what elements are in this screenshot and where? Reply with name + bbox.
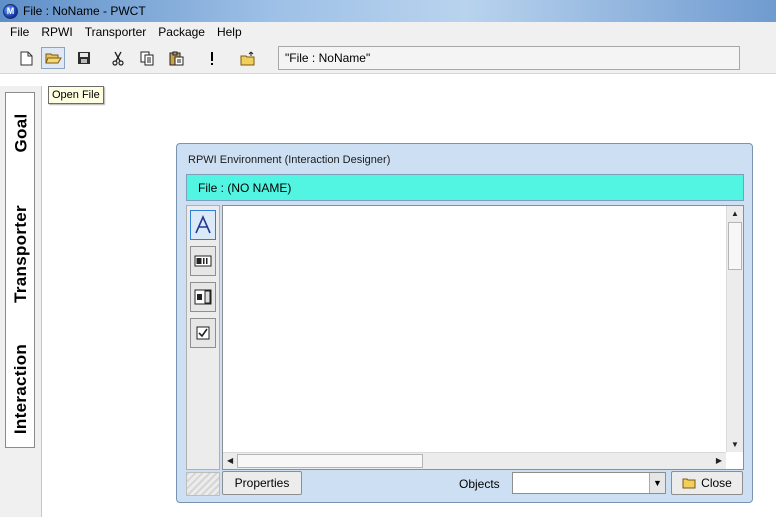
open-file-button[interactable]: [41, 47, 65, 69]
window-title: File : NoName - PWCT: [23, 4, 146, 18]
copy-button[interactable]: [135, 47, 159, 69]
tool-palette: [186, 205, 220, 470]
menu-package[interactable]: Package: [152, 25, 211, 39]
menu-help[interactable]: Help: [211, 25, 248, 39]
checkbox-tool-icon: [196, 326, 210, 340]
vertical-scrollbar[interactable]: ▲ ▼: [726, 206, 743, 452]
tab-interaction[interactable]: Interaction: [6, 331, 36, 447]
resize-grip[interactable]: [186, 472, 220, 496]
save-button[interactable]: [72, 47, 96, 69]
objects-select[interactable]: ▼: [512, 472, 666, 494]
menu-rpwi[interactable]: RPWI: [35, 25, 78, 39]
menu-bar: File RPWI Transporter Package Help: [0, 22, 776, 42]
app-icon[interactable]: M: [3, 3, 18, 19]
scroll-up-icon[interactable]: ▲: [731, 209, 739, 218]
folder-up-button[interactable]: [236, 47, 260, 69]
checkbox-tool[interactable]: [190, 318, 216, 348]
tab-interaction-label: Interaction: [11, 343, 31, 435]
dialog-title: RPWI Environment (Interaction Designer): [188, 154, 391, 166]
exclamation-icon: [211, 51, 213, 65]
toolbar: "File : NoName": [0, 42, 776, 74]
scroll-left-icon[interactable]: ◀: [227, 456, 233, 465]
tab-goal[interactable]: Goal: [6, 95, 36, 171]
tab-transporter-label: Transporter: [11, 205, 30, 303]
design-canvas[interactable]: ▲ ▼ ◀ ▶: [222, 205, 744, 470]
cut-icon: [112, 51, 124, 66]
horizontal-scrollbar[interactable]: ◀ ▶: [223, 452, 726, 469]
dropdown-arrow-icon[interactable]: ▼: [649, 473, 665, 493]
run-button[interactable]: [200, 47, 224, 69]
textbox-tool-icon: [194, 255, 212, 267]
horizontal-scroll-thumb[interactable]: [237, 454, 423, 468]
tab-transporter[interactable]: Transporter: [6, 183, 36, 325]
list-tool-icon: [194, 289, 212, 305]
title-bar: M File : NoName - PWCT: [0, 0, 776, 22]
interaction-designer-dialog: RPWI Environment (Interaction Designer) …: [176, 143, 753, 503]
vertical-scroll-thumb[interactable]: [728, 222, 742, 270]
side-panel: Goal Transporter Interaction: [0, 86, 42, 517]
paste-button[interactable]: [164, 47, 188, 69]
menu-file[interactable]: File: [4, 25, 35, 39]
objects-label: Objects: [459, 477, 500, 491]
open-file-tooltip: Open File: [48, 86, 104, 104]
new-file-icon: [20, 51, 32, 65]
list-tool[interactable]: [190, 282, 216, 312]
close-button[interactable]: Close: [671, 471, 743, 495]
tab-goal-label: Goal: [11, 113, 30, 153]
side-tab-strip: Goal Transporter Interaction: [5, 92, 35, 448]
scroll-right-icon[interactable]: ▶: [716, 456, 722, 465]
save-icon: [78, 52, 90, 64]
menu-transporter[interactable]: Transporter: [79, 25, 153, 39]
paste-icon: [169, 51, 183, 65]
open-folder-icon: [44, 53, 62, 64]
properties-button[interactable]: Properties: [222, 471, 302, 495]
textbox-tool[interactable]: [190, 246, 216, 276]
folder-icon: [682, 478, 696, 489]
folder-up-icon: [240, 51, 254, 65]
text-label-tool-icon: [195, 215, 211, 234]
scroll-down-icon[interactable]: ▼: [731, 440, 739, 449]
copy-icon: [140, 51, 153, 65]
current-file-display: "File : NoName": [278, 46, 740, 70]
close-button-label: Close: [701, 476, 732, 490]
text-label-tool[interactable]: [190, 210, 216, 240]
new-file-button[interactable]: [14, 47, 38, 69]
cut-button[interactable]: [106, 47, 130, 69]
file-name-bar: File : (NO NAME): [186, 174, 744, 201]
